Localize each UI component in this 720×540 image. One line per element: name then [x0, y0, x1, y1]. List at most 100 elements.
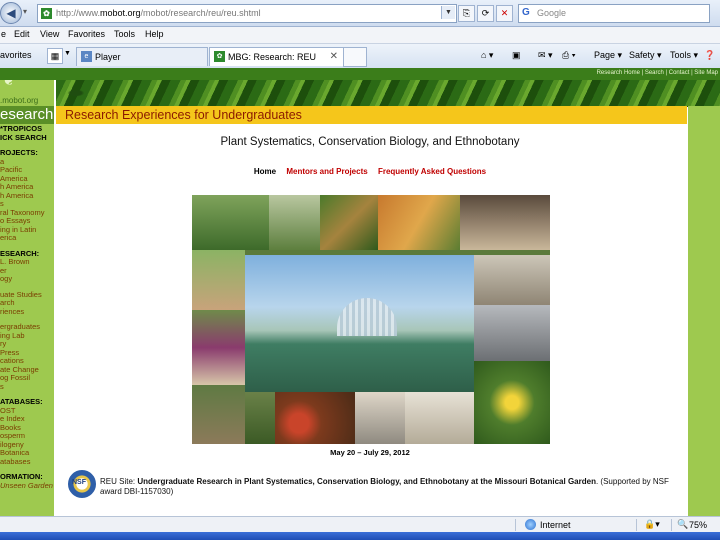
sidebar-link[interactable]: L. Brown: [0, 258, 54, 267]
safety-menu[interactable]: Safety ▾: [629, 50, 662, 61]
students-photo: [460, 195, 550, 250]
url-input[interactable]: ✿ http://www.mobot.org/mobot/research/re…: [37, 4, 457, 23]
home-icon[interactable]: ⌂ ▾: [481, 50, 493, 61]
sidebar: ❦ .mobot.org esearch *TROPICOS ICK SEARCH…: [0, 80, 54, 516]
help-icon[interactable]: ❓: [704, 50, 715, 61]
sidebar-link[interactable]: ilogeny: [0, 441, 54, 450]
menu-help[interactable]: Help: [145, 29, 164, 39]
page-nav: Home Mentors and Projects Frequently Ask…: [56, 167, 684, 176]
tab-mbg-research-reu[interactable]: ✿ MBG: Research: REU ✕: [209, 47, 344, 66]
fern-photo: [245, 392, 275, 444]
sidebar-link[interactable]: h America: [0, 183, 54, 192]
sidebar-link[interactable]: uate Studies: [0, 291, 54, 300]
site-favicon-icon: ✿: [214, 51, 225, 62]
url-dropdown-icon[interactable]: ▼: [441, 6, 455, 19]
menu-view[interactable]: View: [40, 29, 59, 39]
autumn-trees-photo: [378, 195, 460, 250]
refresh-icon[interactable]: ⟳: [477, 5, 494, 22]
status-divider: [515, 519, 516, 531]
sidebar-link[interactable]: riences: [0, 308, 54, 317]
nav-mentors-and-projects[interactable]: Mentors and Projects: [286, 167, 367, 176]
sidebar-link[interactable]: ing in Latin: [0, 226, 54, 235]
compatibility-icon[interactable]: ⎘: [458, 5, 475, 22]
sidebar-link[interactable]: h America: [0, 192, 54, 201]
nav-home[interactable]: Home: [254, 167, 276, 176]
sidebar-link[interactable]: ogy: [0, 275, 54, 284]
sidebar-link[interactable]: arch: [0, 299, 54, 308]
sidebar-link[interactable]: e Index: [0, 415, 54, 424]
sidebar-link[interactable]: og Fossil: [0, 374, 54, 383]
student-portrait-photo: [192, 250, 245, 310]
sidebar-link[interactable]: erica: [0, 234, 54, 243]
page-menu[interactable]: Page ▾: [594, 50, 622, 61]
nav-faq[interactable]: Frequently Asked Questions: [378, 167, 486, 176]
sidebar-link[interactable]: Press: [0, 349, 54, 358]
menu-file[interactable]: e: [1, 29, 6, 39]
sidebar-link[interactable]: er: [0, 267, 54, 276]
search-input[interactable]: G Google: [518, 4, 710, 23]
section-label: esearch: [0, 106, 54, 124]
sidebar-link[interactable]: ate Change: [0, 366, 54, 375]
print-icon[interactable]: ⎙ ▾: [562, 50, 575, 61]
sidebar-heading: ORMATION:: [0, 473, 43, 481]
microscope-lab-photo: [474, 305, 550, 361]
forest-trunk-photo: [192, 385, 245, 444]
sidebar-link[interactable]: Pacific: [0, 166, 54, 175]
gazebo-photo: [192, 195, 269, 250]
site-favicon-icon: ✿: [41, 8, 52, 19]
menu-tools[interactable]: Tools: [114, 29, 135, 39]
protected-mode-icon[interactable]: 🔒▾: [644, 519, 660, 530]
tab-label: Player: [95, 52, 121, 62]
page-title: Research Experiences for Undergraduates: [65, 108, 302, 122]
photo-collage: [192, 195, 550, 444]
sidebar-link[interactable]: ing Lab: [0, 332, 54, 341]
sidebar-link[interactable]: ergraduates: [0, 323, 54, 332]
sidebar-link[interactable]: Botanica: [0, 449, 54, 458]
favorites-button[interactable]: avorites: [0, 50, 32, 60]
sidebar-link[interactable]: ral Taxonomy: [0, 209, 54, 218]
close-tab-icon[interactable]: ✕: [330, 51, 338, 62]
tab-bar: avorites ▦ ▼ e Player ✿ MBG: Research: R…: [0, 44, 720, 69]
sidebar-heading: ATABASES:: [0, 398, 43, 406]
tab-player[interactable]: e Player: [76, 47, 208, 66]
new-tab-button[interactable]: [343, 47, 367, 67]
top-links[interactable]: Research Home | Search | Contact | Site …: [597, 70, 718, 76]
sidebar-link[interactable]: cations: [0, 357, 54, 366]
mbg-logo-icon[interactable]: ❦: [2, 80, 22, 89]
zoom-level[interactable]: 75%: [689, 520, 707, 530]
nsf-logo[interactable]: NSF: [68, 470, 96, 498]
tools-menu[interactable]: Tools ▾: [670, 50, 698, 61]
right-margin-bar: [688, 106, 720, 516]
google-icon: G: [522, 7, 530, 18]
pressed-specimens-photo: [405, 392, 474, 444]
lab-equipment-photo: [474, 255, 550, 305]
sidebar-link[interactable]: America: [0, 175, 54, 184]
sidebar-link[interactable]: atabases: [0, 458, 54, 467]
sidebar-heading: ESEARCH:: [0, 249, 40, 258]
reu-description: REU Site: Undergraduate Research in Plan…: [100, 477, 669, 496]
sidebar-link[interactable]: Books: [0, 424, 54, 433]
quick-tabs-icon[interactable]: ▦: [47, 48, 63, 64]
forward-dropdown-icon[interactable]: ▾: [23, 7, 31, 17]
sidebar-link[interactable]: s: [0, 200, 54, 209]
path-photo: [269, 195, 320, 250]
search-placeholder: Google: [537, 8, 567, 18]
sidebar-link[interactable]: osperm: [0, 432, 54, 441]
sidebar-link[interactable]: o Essays: [0, 217, 54, 226]
stop-icon[interactable]: ✕: [496, 5, 513, 22]
back-icon[interactable]: ◀: [0, 2, 22, 24]
sidebar-link[interactable]: s: [0, 383, 54, 392]
sidebar-link[interactable]: OST: [0, 407, 54, 416]
menu-favorites[interactable]: Favorites: [68, 29, 105, 39]
feeds-icon[interactable]: ▣: [512, 50, 521, 61]
sidebar-link[interactable]: a: [0, 158, 54, 167]
sidebar-link[interactable]: ry: [0, 340, 54, 349]
sidebar-link[interactable]: Unseen Garden: [0, 482, 54, 491]
menu-edit[interactable]: Edit: [14, 29, 30, 39]
tab-list-dropdown-icon[interactable]: ▼: [64, 50, 71, 57]
zoom-icon[interactable]: 🔍: [677, 519, 688, 530]
mail-icon[interactable]: ✉ ▾: [538, 50, 553, 61]
internet-zone-icon: [525, 519, 536, 530]
